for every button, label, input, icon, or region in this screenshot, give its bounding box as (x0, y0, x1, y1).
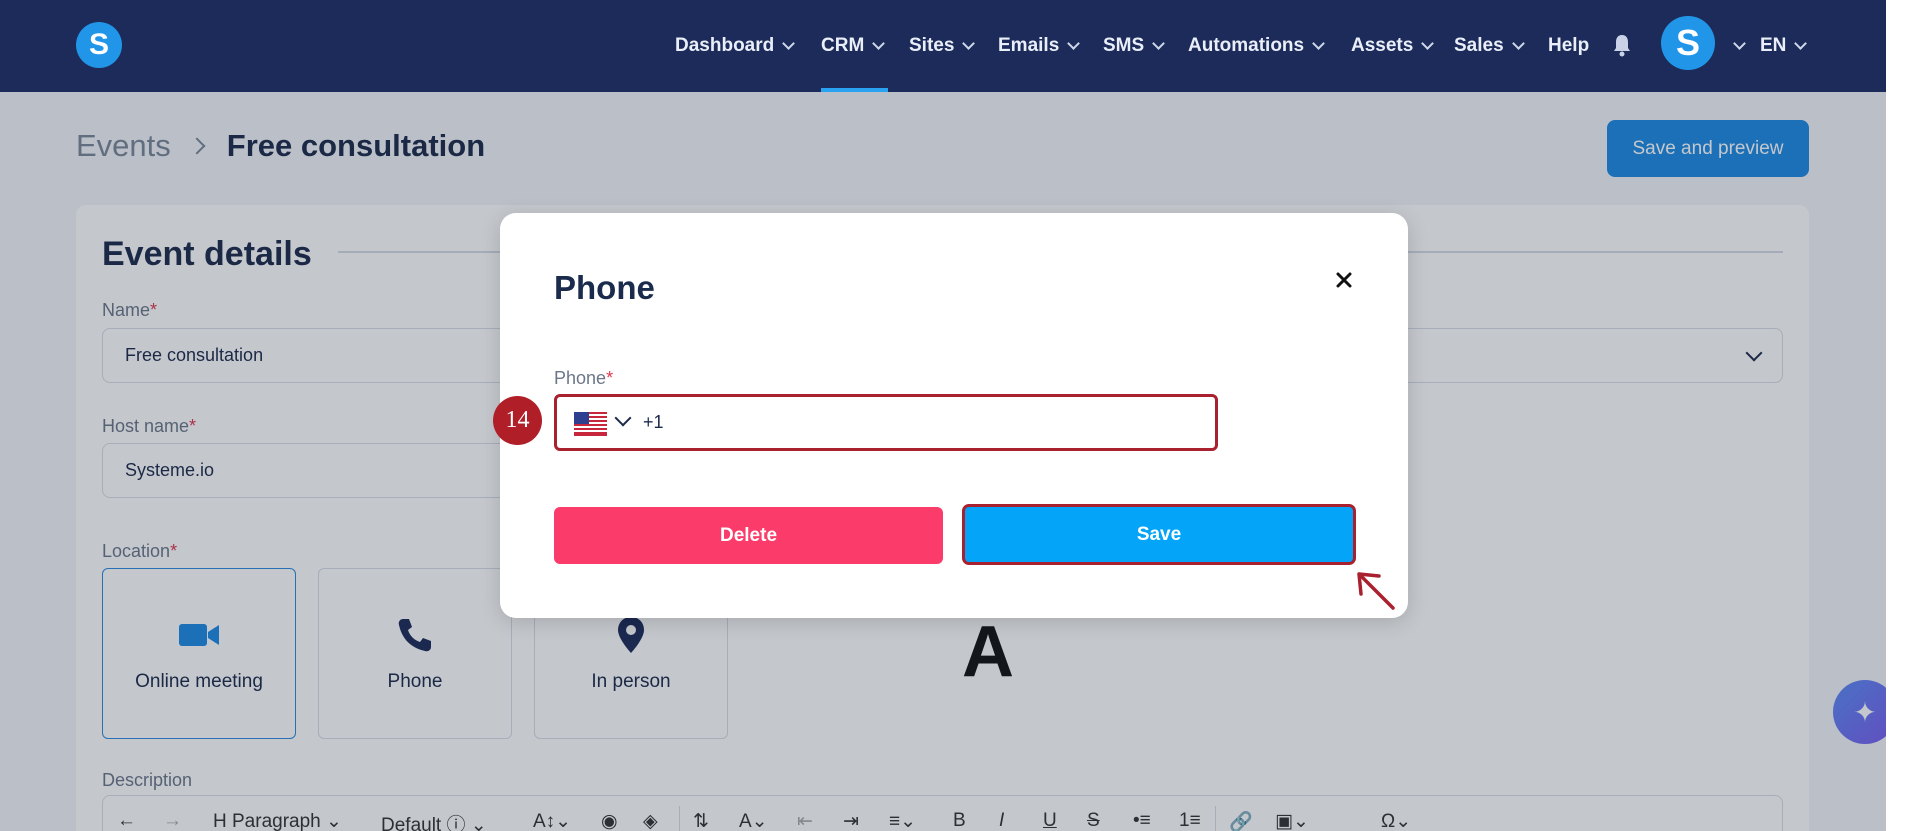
chevron-down-icon (1152, 36, 1166, 50)
nav-item-sales[interactable]: Sales (1454, 0, 1525, 92)
nav-item-label: CRM (821, 35, 865, 56)
nav-item-automations[interactable]: Automations (1188, 0, 1325, 92)
phone-field-label: Phone* (554, 368, 613, 389)
chevron-down-icon (1733, 36, 1746, 50)
scrollbar-track[interactable] (1886, 0, 1908, 831)
delete-button[interactable]: Delete (554, 507, 943, 564)
arrow-pointer-icon (1357, 572, 1395, 610)
close-icon[interactable] (1329, 265, 1359, 295)
nav-item-dashboard[interactable]: Dashboard (675, 0, 796, 92)
chevron-down-icon (1794, 36, 1808, 50)
nav-item-crm[interactable]: CRM (821, 0, 886, 92)
avatar[interactable]: S (1661, 16, 1715, 70)
country-chevron-down-icon[interactable] (614, 409, 632, 427)
chevron-down-icon (782, 36, 796, 50)
phone-input[interactable]: +1 (554, 394, 1218, 451)
chevron-down-icon (1421, 36, 1435, 50)
nav-item-emails[interactable]: Emails (998, 0, 1081, 92)
chevron-down-icon (1067, 36, 1081, 50)
nav-item-label: SMS (1103, 35, 1145, 56)
nav-item-label: Emails (998, 35, 1060, 56)
save-button[interactable]: Save (962, 504, 1356, 565)
nav-item-label: Assets (1351, 35, 1414, 56)
logo-icon[interactable]: S (76, 22, 122, 68)
phone-label-text: Phone (554, 368, 607, 388)
language-selector[interactable]: EN (1760, 0, 1808, 92)
bell-icon[interactable] (1612, 33, 1632, 57)
avatar-menu-chevron[interactable] (1725, 0, 1746, 92)
phone-value: +1 (643, 412, 664, 432)
us-flag-icon[interactable] (574, 412, 607, 436)
close-x-glyph (1336, 272, 1352, 288)
top-navigation-bar: S Dashboard CRM Sites Emails SMS Automat… (0, 0, 1886, 92)
phone-modal: Phone Phone* +1 Delete Save (500, 213, 1408, 618)
language-label: EN (1760, 35, 1787, 56)
nav-item-help[interactable]: Help (1548, 0, 1589, 92)
nav-item-label: Sites (909, 35, 955, 56)
chevron-down-icon (1312, 36, 1325, 50)
chevron-down-icon (1511, 36, 1525, 50)
nav-item-label: Automations (1188, 35, 1305, 56)
modal-title: Phone (554, 269, 655, 306)
step-badge: 14 (493, 396, 542, 445)
chevron-down-icon (872, 36, 886, 50)
nav-item-label: Help (1548, 35, 1590, 56)
nav-item-sites[interactable]: Sites (909, 0, 976, 92)
required-marker: * (606, 368, 614, 388)
nav-item-assets[interactable]: Assets (1351, 0, 1435, 92)
nav-item-label: Dashboard (675, 35, 775, 56)
nav-item-sms[interactable]: SMS (1103, 0, 1166, 92)
nav-item-label: Sales (1454, 35, 1504, 56)
chevron-down-icon (962, 36, 976, 50)
